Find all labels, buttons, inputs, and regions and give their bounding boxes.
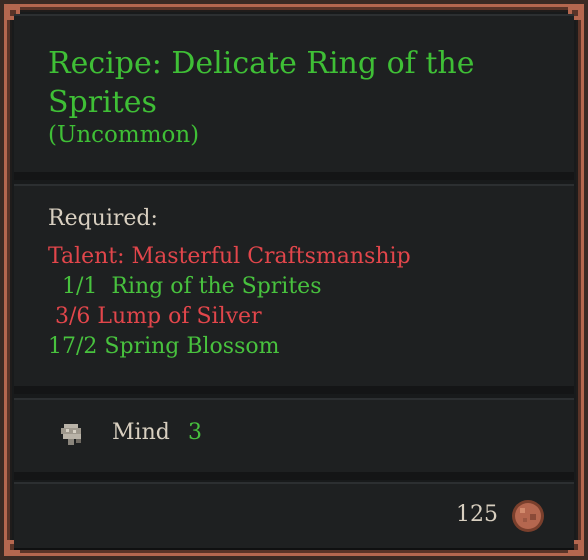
requirement-line: 17/2 Spring Blossom	[48, 334, 280, 359]
price-value: 125	[456, 502, 498, 527]
section-divider	[14, 172, 574, 180]
requirement-line: Talent: Masterful Craftsmanship	[48, 244, 411, 269]
rarity-label: (Uncommon)	[48, 122, 200, 148]
requirement-line: 1/1 Ring of the Sprites	[48, 274, 322, 299]
stats-section	[14, 398, 574, 476]
section-divider	[14, 472, 574, 480]
copper-coin-icon	[510, 498, 546, 534]
mind-brain-icon	[58, 420, 88, 448]
section-divider	[14, 386, 574, 394]
recipe-title: Recipe: Delicate Ring of the Sprites	[48, 46, 475, 120]
required-heading: Required:	[48, 206, 158, 231]
stat-value: 3	[188, 420, 202, 445]
stat-name: Mind	[112, 420, 170, 445]
requirement-line: 3/6 Lump of Silver	[48, 304, 262, 329]
